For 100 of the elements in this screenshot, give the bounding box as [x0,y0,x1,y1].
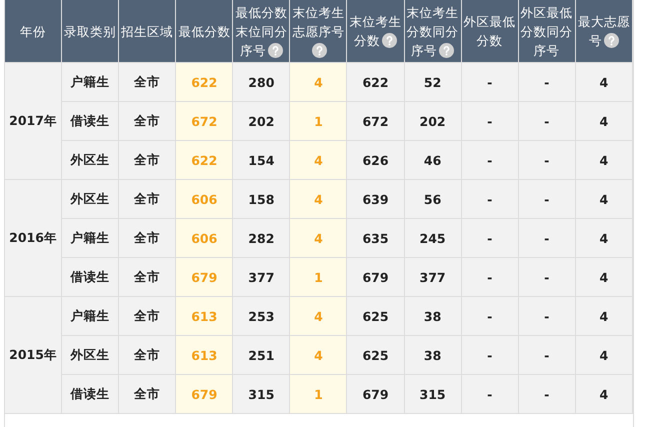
table-cell: - [518,336,576,374]
table-cell: 全市 [118,62,176,102]
table-cell: 借读生 [62,102,119,140]
table-cell: 46 [404,140,462,180]
table-cell: - [461,336,518,374]
help-icon[interactable] [382,33,397,48]
table-cell: 377 [232,258,290,296]
table-cell: 625 [346,296,404,336]
table-cell: 全市 [118,102,176,140]
help-icon[interactable] [268,42,283,58]
table-cell: 251 [232,336,290,374]
table-cell: 626 [346,140,404,180]
table-cell: 52 [404,62,462,102]
table-cell: 4 [290,140,347,180]
table-cell: 外区生 [62,180,119,218]
table-cell: - [518,296,576,336]
help-icon[interactable] [604,33,619,48]
table-cell: 672 [346,102,404,140]
table-cell: 679 [176,374,233,414]
column-header: 最大志愿号 [575,0,632,62]
table-cell: 56 [404,180,462,218]
table-cell: - [461,102,518,140]
table-cell: 1 [290,374,347,414]
column-header: 招生区域 [118,0,176,62]
table-cell: 606 [176,180,233,218]
table-cell: 全市 [118,258,176,296]
column-header: 外区最低分数同分序号 [518,0,576,62]
table-cell: 全市 [118,180,176,218]
table-cell: 全市 [118,336,176,374]
table-cell: 672 [176,102,233,140]
table-cell: 202 [404,102,462,140]
table-cell: - [461,180,518,218]
table-cell: 全市 [118,140,176,180]
year-cell: 2015年 [4,296,62,414]
table-cell: 245 [404,218,462,258]
table-cell: 606 [176,218,233,258]
table-cell: - [461,62,518,102]
column-header: 外区最低分数 [461,0,518,62]
table-cell: 202 [232,102,290,140]
table-cell: - [518,102,576,140]
table-cell: 4 [575,140,632,180]
table-cell: 622 [346,62,404,102]
table-cell: 38 [404,296,462,336]
table-cell: 38 [404,336,462,374]
table-cell: 315 [232,374,290,414]
table-cell: 4 [290,218,347,258]
table-cell: 679 [346,374,404,414]
table-cell: 全市 [118,218,176,258]
table-cell: 户籍生 [62,62,119,102]
table-cell: 679 [176,258,233,296]
table-cell: 4 [575,62,632,102]
table-cell: 外区生 [62,140,119,180]
table-cell: 625 [346,336,404,374]
table-cell: 4 [575,218,632,258]
table-cell: 4 [290,296,347,336]
table-cell: - [518,374,576,414]
help-icon[interactable] [312,42,327,58]
table-cell: 4 [575,296,632,336]
table-cell: 户籍生 [62,218,119,258]
table-cell: 635 [346,218,404,258]
column-header: 录取类别 [62,0,119,62]
table-cell: 613 [176,296,233,336]
table-cell: - [518,218,576,258]
table-cell: 679 [346,258,404,296]
table-cell: - [518,180,576,218]
table-cell: 借读生 [62,258,119,296]
year-cell: 2016年 [4,180,62,296]
table-cell: 全市 [118,296,176,336]
table-cell: - [461,218,518,258]
table-cell: 4 [290,180,347,218]
table-cell: 622 [176,140,233,180]
column-header: 末位考生志愿序号 [290,0,347,62]
table-cell: 外区生 [62,336,119,374]
table-cell: 158 [232,180,290,218]
table-cell: 613 [176,336,233,374]
table-cell: 4 [575,102,632,140]
table-cell: 全市 [118,374,176,414]
help-icon[interactable] [439,42,454,58]
table-cell: 280 [232,62,290,102]
table-cell: - [461,296,518,336]
table-cell: 639 [346,180,404,218]
table-cell: 4 [290,336,347,374]
table-cell: 4 [575,258,632,296]
table-cell: 4 [575,374,632,414]
table-cell: - [461,374,518,414]
table-cell: 282 [232,218,290,258]
table-cell: 4 [575,180,632,218]
table-cell: - [518,258,576,296]
table-cell: 253 [232,296,290,336]
table-cell: 4 [290,62,347,102]
table-cell: 315 [404,374,462,414]
column-header: 末位考生分数同分序号 [404,0,462,62]
table-cell: - [518,62,576,102]
column-header: 年份 [4,0,62,62]
table-cell: 借读生 [62,374,119,414]
column-header: 末位考生分数 [346,0,404,62]
table-cell: 622 [176,62,233,102]
table-cell: 1 [290,258,347,296]
table-cell: 154 [232,140,290,180]
table-cell: - [461,258,518,296]
